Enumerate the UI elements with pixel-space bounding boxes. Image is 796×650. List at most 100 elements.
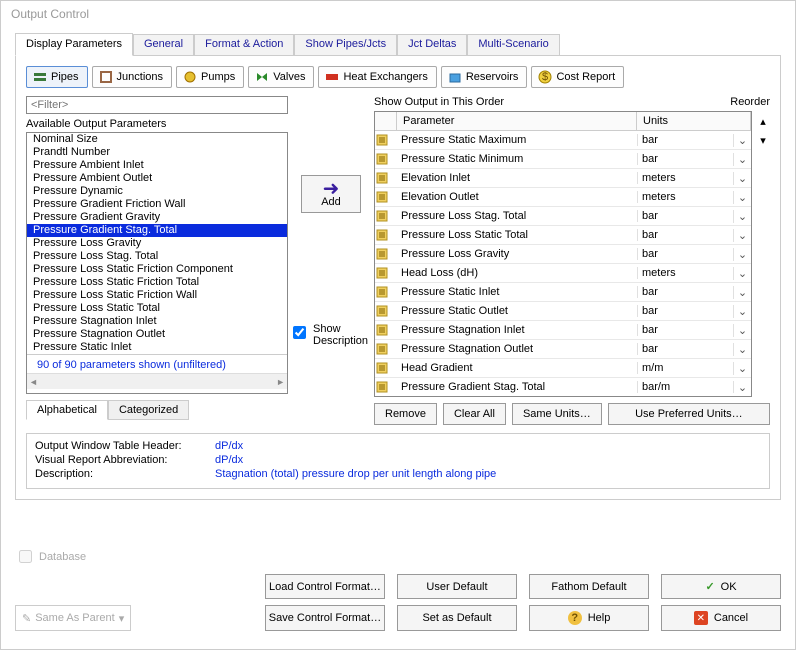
table-row[interactable]: Pressure Loss Stag. Totalbar⌄	[375, 207, 751, 226]
display-parameters-panel: Pipes Junctions Pumps Valves Heat Exchan…	[15, 56, 781, 500]
user-default-button[interactable]: User Default	[397, 574, 517, 599]
units-dropdown[interactable]: ⌄	[733, 153, 751, 166]
list-item[interactable]: Pressure Dynamic	[27, 185, 287, 198]
tab-display-parameters[interactable]: Display Parameters	[15, 33, 133, 56]
units-dropdown[interactable]: ⌄	[733, 191, 751, 204]
units-dropdown[interactable]: ⌄	[733, 229, 751, 242]
units-dropdown[interactable]: ⌄	[733, 134, 751, 147]
units-dropdown[interactable]: ⌄	[733, 324, 751, 337]
subtab-pumps[interactable]: Pumps	[176, 66, 244, 88]
set-as-default-button[interactable]: Set as Default	[397, 605, 517, 631]
row-handle-icon[interactable]	[375, 247, 397, 261]
column-parameter[interactable]: Parameter	[397, 112, 637, 130]
row-handle-icon[interactable]	[375, 190, 397, 204]
row-handle-icon[interactable]	[375, 228, 397, 242]
row-handle-icon[interactable]	[375, 323, 397, 337]
save-control-format-button[interactable]: Save Control Format…	[265, 605, 385, 631]
add-button[interactable]: ➜ Add	[301, 175, 361, 213]
list-item[interactable]: Pressure Loss Static Friction Total	[27, 276, 287, 289]
same-units-button[interactable]: Same Units…	[512, 403, 602, 425]
list-item[interactable]: Nominal Size	[27, 133, 287, 146]
filter-input[interactable]	[26, 96, 288, 114]
units-dropdown[interactable]: ⌄	[733, 172, 751, 185]
list-item[interactable]: Prandtl Number	[27, 146, 287, 159]
subtab-pipes[interactable]: Pipes	[26, 66, 88, 88]
units-dropdown[interactable]: ⌄	[733, 248, 751, 261]
units-dropdown[interactable]: ⌄	[733, 362, 751, 375]
table-row[interactable]: Pressure Static Maximumbar⌄	[375, 131, 751, 150]
column-units[interactable]: Units	[637, 112, 751, 130]
table-row[interactable]: Pressure Static Inletbar⌄	[375, 283, 751, 302]
tab-format-action[interactable]: Format & Action	[194, 34, 294, 55]
list-item[interactable]: Pressure Loss Gravity	[27, 237, 287, 250]
list-item[interactable]: Pressure Stagnation Outlet	[27, 328, 287, 341]
row-handle-icon[interactable]	[375, 152, 397, 166]
remove-button[interactable]: Remove	[374, 403, 437, 425]
move-up-icon[interactable]: ▴	[760, 115, 766, 128]
table-row[interactable]: Elevation Inletmeters⌄	[375, 169, 751, 188]
row-handle-icon[interactable]	[375, 285, 397, 299]
output-order-grid[interactable]: Parameter Units Pressure Static Maximumb…	[374, 111, 752, 397]
row-handle-icon[interactable]	[375, 171, 397, 185]
units-dropdown[interactable]: ⌄	[733, 305, 751, 318]
table-row[interactable]: Head Loss (dH)meters⌄	[375, 264, 751, 283]
table-row[interactable]: Pressure Stagnation Outletbar⌄	[375, 340, 751, 359]
tab-jct-deltas[interactable]: Jct Deltas	[397, 34, 467, 55]
list-item[interactable]: Pressure Loss Static Friction Component	[27, 263, 287, 276]
row-handle-icon[interactable]	[375, 133, 397, 147]
row-handle-icon[interactable]	[375, 380, 397, 393]
row-handle-icon[interactable]	[375, 304, 397, 318]
tab-multi-scenario[interactable]: Multi-Scenario	[467, 34, 559, 55]
list-item[interactable]: Pressure Ambient Outlet	[27, 172, 287, 185]
subtab-junctions[interactable]: Junctions	[92, 66, 172, 88]
list-item[interactable]: Pressure Loss Static Total	[27, 302, 287, 315]
horizontal-scrollbar[interactable]: ◄►	[27, 373, 287, 389]
list-item[interactable]: Pressure Gradient Gravity	[27, 211, 287, 224]
ok-button[interactable]: ✓OK	[661, 574, 781, 599]
units-dropdown[interactable]: ⌄	[733, 286, 751, 299]
table-row[interactable]: Pressure Loss Static Totalbar⌄	[375, 226, 751, 245]
table-row[interactable]: Elevation Outletmeters⌄	[375, 188, 751, 207]
sort-alphabetical[interactable]: Alphabetical	[26, 400, 108, 420]
help-button[interactable]: ?Help	[529, 605, 649, 631]
reorder-label: Reorder	[730, 96, 770, 108]
table-row[interactable]: Pressure Static Minimumbar⌄	[375, 150, 751, 169]
row-handle-icon[interactable]	[375, 266, 397, 280]
available-parameters-list[interactable]: Nominal SizePrandtl NumberPressure Ambie…	[26, 132, 288, 394]
table-row[interactable]: Pressure Loss Gravitybar⌄	[375, 245, 751, 264]
tab-show-pipes-jcts[interactable]: Show Pipes/Jcts	[294, 34, 397, 55]
available-label: Available Output Parameters	[26, 118, 288, 130]
list-item[interactable]: Pressure Static Inlet	[27, 341, 287, 354]
row-handle-icon[interactable]	[375, 361, 397, 375]
list-item[interactable]: Pressure Stagnation Inlet	[27, 315, 287, 328]
subtab-reservoirs[interactable]: Reservoirs	[441, 66, 528, 88]
subtab-valves[interactable]: Valves	[248, 66, 314, 88]
cancel-button[interactable]: ✕Cancel	[661, 605, 781, 631]
subtab-heat-exchangers[interactable]: Heat Exchangers	[318, 66, 436, 88]
list-item[interactable]: Pressure Gradient Friction Wall	[27, 198, 287, 211]
list-item[interactable]: Pressure Ambient Inlet	[27, 159, 287, 172]
list-item[interactable]: Pressure Loss Stag. Total	[27, 250, 287, 263]
preferred-units-button[interactable]: Use Preferred Units…	[608, 403, 770, 425]
units-dropdown[interactable]: ⌄	[733, 210, 751, 223]
tab-general[interactable]: General	[133, 34, 194, 55]
row-handle-icon[interactable]	[375, 342, 397, 356]
table-row[interactable]: Pressure Static Outletbar⌄	[375, 302, 751, 321]
units-dropdown[interactable]: ⌄	[733, 267, 751, 280]
subtab-cost-report[interactable]: $ Cost Report	[531, 66, 624, 88]
list-item[interactable]: Pressure Loss Static Friction Wall	[27, 289, 287, 302]
row-handle-icon[interactable]	[375, 209, 397, 223]
sort-categorized[interactable]: Categorized	[108, 400, 189, 420]
clear-all-button[interactable]: Clear All	[443, 403, 506, 425]
list-item[interactable]: Pressure Gradient Stag. Total	[27, 224, 287, 237]
table-row[interactable]: Pressure Stagnation Inletbar⌄	[375, 321, 751, 340]
units-dropdown[interactable]: ⌄	[733, 343, 751, 356]
units-dropdown[interactable]: ⌄	[733, 381, 751, 394]
close-icon: ✕	[694, 611, 708, 625]
fathom-default-button[interactable]: Fathom Default	[529, 574, 649, 599]
table-row[interactable]: Head Gradientm/m⌄	[375, 359, 751, 378]
table-row[interactable]: Pressure Gradient Stag. Totalbar/m⌄	[375, 378, 751, 393]
move-down-icon[interactable]: ▾	[760, 134, 766, 147]
show-description-checkbox[interactable]: Show Description	[289, 323, 373, 347]
load-control-format-button[interactable]: Load Control Format…	[265, 574, 385, 599]
